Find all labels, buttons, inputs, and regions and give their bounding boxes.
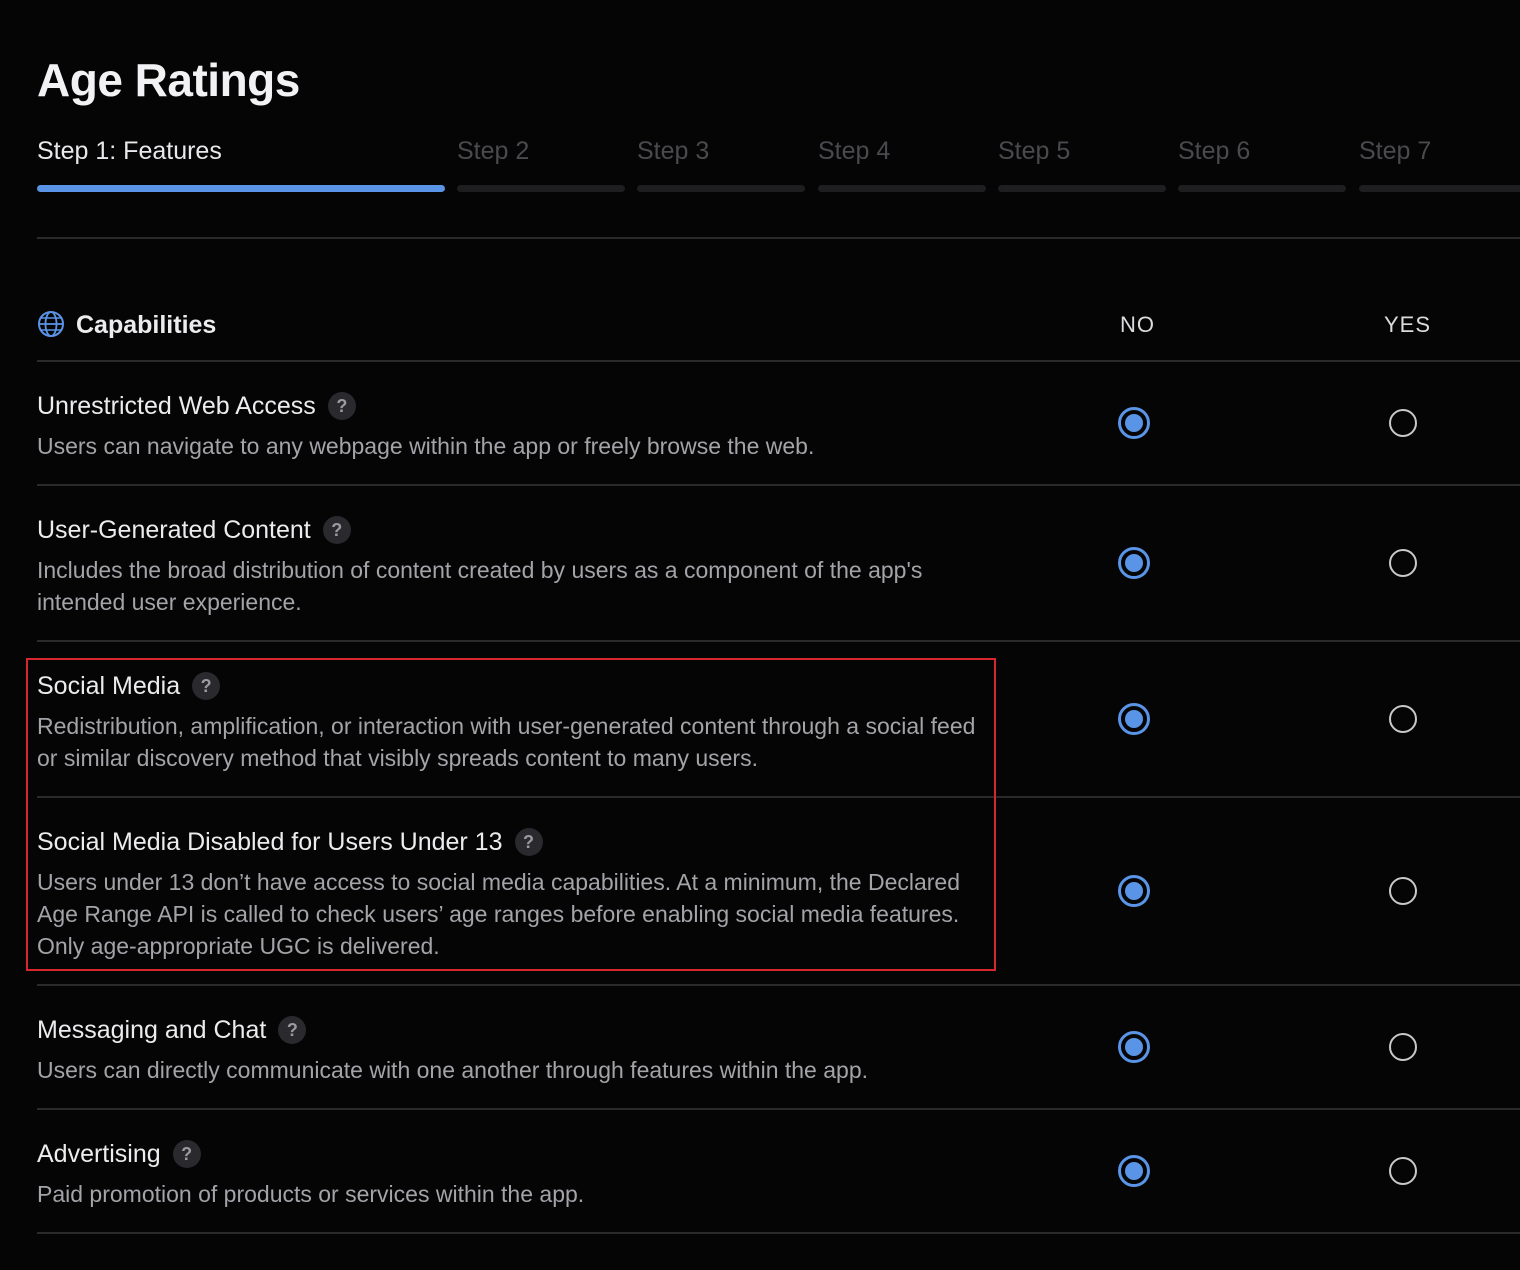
radio-no[interactable] [1118,703,1150,735]
row-title: User-Generated Content [37,516,311,544]
row-title: Messaging and Chat [37,1016,267,1044]
row-title-wrap: User-Generated Content ? [37,513,351,547]
radio-no[interactable] [1118,875,1150,907]
step-progress-bar [1359,185,1520,192]
row-description: Paid promotion of products or services w… [37,1181,585,1207]
help-icon[interactable]: ? [192,672,221,700]
row-title: Social Media Disabled for Users Under 13 [37,828,503,856]
capability-row-social-media: Social Media ? Redistribution, amplifica… [37,640,1520,798]
radio-yes[interactable] [1389,409,1417,437]
help-icon[interactable]: ? [327,392,356,420]
radio-no[interactable] [1118,1155,1150,1187]
step-label: Step 6 [1178,137,1251,165]
step-progress-bar [637,185,805,192]
row-description: Includes the broad distribution of conte… [37,557,923,615]
help-icon[interactable]: ? [172,1140,201,1168]
help-icon[interactable]: ? [278,1016,307,1044]
capability-row-social-media-disabled-under-13: Social Media Disabled for Users Under 13… [37,796,1520,986]
step-label: Step 5 [998,137,1071,165]
radio-no[interactable] [1118,1031,1150,1063]
step-tab-5[interactable]: Step 5 [998,134,1166,194]
capability-row-messaging-and-chat: Messaging and Chat ? Users can directly … [37,984,1520,1110]
step-progress-bar [998,185,1166,192]
list-bottom-divider [37,1232,1520,1234]
step-progress-bar [818,185,986,192]
step-tab-6[interactable]: Step 6 [1178,134,1346,194]
row-title: Unrestricted Web Access [37,392,316,420]
capability-row-unrestricted-web-access: Unrestricted Web Access ? Users can navi… [37,360,1520,486]
radio-yes[interactable] [1389,549,1417,577]
step-label: Step 4 [818,137,891,165]
section-title: Capabilities [76,311,217,339]
row-title-wrap: Social Media Disabled for Users Under 13… [37,825,543,859]
step-progress-bar [457,185,625,192]
row-description: Users under 13 don’t have access to soci… [37,869,961,959]
radio-no[interactable] [1118,547,1150,579]
globe-icon [38,311,64,337]
radio-yes[interactable] [1389,705,1417,733]
step-label: Step 7 [1359,137,1432,165]
step-label: Step 2 [457,137,530,165]
row-title: Advertising [37,1140,161,1168]
help-icon[interactable]: ? [322,516,351,544]
radio-yes[interactable] [1389,1157,1417,1185]
step-tab-2[interactable]: Step 2 [457,134,625,194]
capability-row-advertising: Advertising ? Paid promotion of products… [37,1108,1520,1234]
column-header-yes: YES [1384,312,1432,337]
step-tab-4[interactable]: Step 4 [818,134,986,194]
row-description: Redistribution, amplification, or intera… [37,713,976,771]
radio-yes[interactable] [1389,1033,1417,1061]
radio-no[interactable] [1118,407,1150,439]
step-tabs: Step 1: Features Step 2 Step 3 Step 4 St… [0,0,1520,200]
step-progress-bar [1178,185,1346,192]
header-divider [37,237,1520,239]
step-tab-1[interactable]: Step 1: Features [37,134,445,194]
section-header-capabilities: Capabilities NO YES [37,300,1520,360]
row-description: Users can navigate to any webpage within… [37,433,815,459]
step-progress-bar [37,185,445,192]
row-title-wrap: Advertising ? [37,1137,201,1171]
column-header-no: NO [1120,312,1155,337]
row-description: Users can directly communicate with one … [37,1057,868,1083]
step-label: Step 3 [637,137,710,165]
row-title-wrap: Unrestricted Web Access ? [37,389,356,423]
row-title-wrap: Social Media ? [37,669,221,703]
capability-row-user-generated-content: User-Generated Content ? Includes the br… [37,484,1520,642]
help-icon[interactable]: ? [514,828,543,856]
step-tab-3[interactable]: Step 3 [637,134,805,194]
step-label: Step 1: Features [37,137,222,165]
row-title: Social Media [37,672,181,700]
radio-yes[interactable] [1389,877,1417,905]
step-tab-7[interactable]: Step 7 [1359,134,1520,194]
row-title-wrap: Messaging and Chat ? [37,1013,307,1047]
